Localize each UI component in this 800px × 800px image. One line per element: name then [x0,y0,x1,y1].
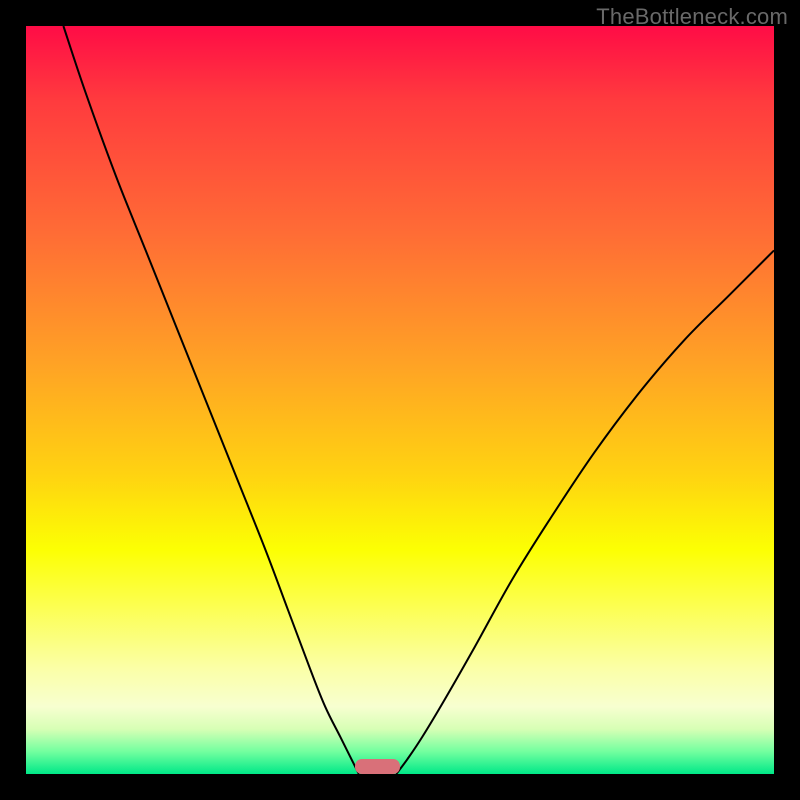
plot-area [26,26,774,774]
curve-left-branch [63,26,358,774]
chart-frame: TheBottleneck.com [0,0,800,800]
curve-right-branch [396,250,774,774]
bottleneck-curve [26,26,774,774]
watermark-text: TheBottleneck.com [596,4,788,30]
minimum-marker [355,759,400,774]
